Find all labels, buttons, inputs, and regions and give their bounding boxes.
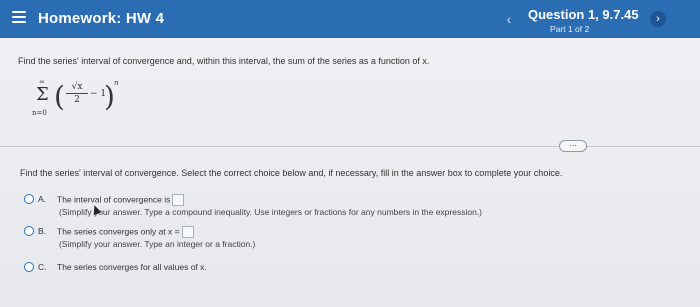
fraction-denominator: 2	[74, 95, 80, 105]
divider	[0, 146, 700, 147]
sum-lower-limit: n=0	[32, 109, 47, 117]
choice-a-letter: A.	[38, 194, 47, 204]
question-prompt: Find the series' interval of convergence…	[18, 56, 430, 66]
choice-b-radio[interactable]	[24, 226, 34, 236]
choice-a-text-row: The interval of convergence is	[57, 194, 185, 206]
choice-c-letter: C.	[38, 262, 47, 272]
homework-title: Homework: HW 4	[38, 10, 165, 27]
choice-a-hint: (Simplify your answer. Type a compound i…	[59, 207, 482, 217]
choice-b: B. The series converges only at x = (Sim…	[24, 226, 324, 256]
choice-a: A. The interval of convergence is (Simpl…	[24, 194, 584, 224]
menu-icon[interactable]	[12, 11, 26, 25]
more-button[interactable]: ⋯	[559, 140, 587, 152]
fraction: √x 2	[66, 82, 88, 105]
choice-b-letter: B.	[38, 226, 47, 236]
choice-b-text-row: The series converges only at x =	[57, 226, 194, 238]
x-value-answer-box[interactable]	[181, 226, 194, 238]
choice-c-text: The series converges for all values of x…	[57, 262, 207, 272]
right-paren: )	[104, 80, 115, 113]
exponent: n	[114, 79, 119, 87]
choice-a-radio[interactable]	[24, 194, 34, 204]
part-label: Part 1 of 2	[550, 24, 590, 34]
question-label: Question 1, 9.7.45	[528, 7, 639, 22]
choice-b-hint: (Simplify your answer. Type an integer o…	[59, 239, 256, 249]
interval-answer-box[interactable]	[172, 194, 185, 206]
fraction-numerator: √x	[66, 82, 88, 94]
instruction-text: Find the series' interval of convergence…	[20, 168, 563, 178]
choice-c-radio[interactable]	[24, 262, 34, 272]
series-expression: ∞ Σ n=0 ( √x 2 − 1 ) n	[32, 78, 152, 124]
sigma-symbol: Σ	[36, 84, 49, 105]
choice-c: C. The series converges for all values o…	[24, 262, 324, 276]
previous-question-button[interactable]: ‹	[502, 11, 516, 27]
top-bar: Homework: HW 4 ‹ Question 1, 9.7.45 Part…	[0, 0, 700, 38]
choice-a-text: The interval of convergence is	[57, 194, 171, 205]
choice-b-text: The series converges only at x =	[57, 226, 180, 237]
left-paren: (	[54, 80, 65, 113]
next-question-button[interactable]: ›	[650, 11, 666, 27]
